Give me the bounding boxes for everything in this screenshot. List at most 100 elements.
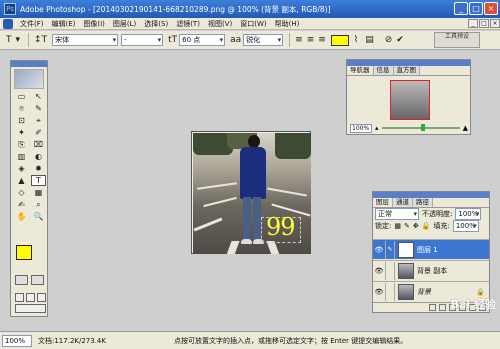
text-orientation-icon[interactable]: ↕T (32, 35, 49, 45)
menu-filter[interactable]: 滤镜(T) (172, 19, 204, 29)
antialias-select[interactable]: 锐化 (243, 34, 284, 46)
layer-thumbnail (398, 262, 414, 279)
foreground-color-swatch[interactable] (16, 245, 32, 260)
zoom-in-icon[interactable]: ▲ (463, 124, 468, 132)
maximize-button[interactable]: □ (469, 2, 483, 15)
type-tool-icon[interactable]: T (31, 175, 46, 186)
notes-tool-icon[interactable]: ✍ (14, 199, 29, 210)
eye-icon[interactable]: 👁 (373, 267, 385, 275)
eye-icon[interactable]: 👁 (373, 246, 385, 254)
doc-restore-button[interactable]: □ (479, 19, 489, 28)
cancel-edit-icon[interactable]: ⊘ (383, 35, 395, 45)
menu-layer[interactable]: 图层(L) (109, 19, 140, 29)
lock-transparency-icon[interactable]: ▦ (394, 222, 401, 230)
doc-minimize-button[interactable]: _ (468, 19, 478, 28)
palette-well[interactable]: 工具预设 (434, 32, 480, 48)
slice-tool-icon[interactable]: ⌖ (31, 115, 46, 126)
full-screen-button[interactable] (37, 293, 46, 302)
toggle-palettes-icon[interactable]: ▤ (363, 35, 376, 45)
font-size-select[interactable]: 60 点 (179, 34, 226, 46)
full-screen-menu-button[interactable] (26, 293, 35, 302)
commit-edit-icon[interactable]: ✔ (394, 35, 406, 45)
align-left-icon[interactable]: ≡ (293, 35, 305, 45)
jump-to-imageready-button[interactable] (15, 304, 46, 313)
history-brush-tool-icon[interactable]: ⌧ (31, 139, 46, 150)
eraser-tool-icon[interactable]: ▥ (14, 151, 29, 162)
zoom-out-icon[interactable]: ▴ (375, 124, 379, 132)
document-window[interactable]: 99 (191, 131, 311, 254)
move-tool-icon[interactable]: ↖ (31, 91, 46, 102)
magic-wand-tool-icon[interactable]: ✎ (31, 103, 46, 114)
canvas-photo[interactable]: 99 (193, 133, 311, 254)
tab-layers[interactable]: 图层 (373, 198, 393, 207)
quick-mask-mode-button[interactable] (31, 275, 44, 285)
lock-pixels-icon[interactable]: ✎ (404, 222, 410, 230)
opacity-field[interactable]: 100% (455, 208, 482, 220)
type-tool-preset-icon[interactable]: T (4, 35, 14, 45)
close-button[interactable]: × (484, 2, 498, 15)
layer-row-text[interactable]: 👁 ✎ T 图层 1 (373, 239, 489, 259)
blend-mode-select[interactable]: 正常 (375, 208, 419, 220)
shape-tool-icon[interactable]: ▦ (31, 187, 46, 198)
dodge-tool-icon[interactable]: ✹ (31, 163, 46, 174)
navigator-zoom-field[interactable]: 100% (350, 123, 372, 133)
menu-edit[interactable]: 编辑(E) (48, 19, 80, 29)
status-zoom-field[interactable]: 100% (2, 334, 32, 347)
eye-icon[interactable]: 👁 (373, 288, 385, 296)
gradient-tool-icon[interactable]: ◐ (31, 151, 46, 162)
layer-row-background-copy[interactable]: 👁 背景 副本 (373, 260, 489, 280)
menu-view[interactable]: 视图(V) (204, 19, 236, 29)
menu-window[interactable]: 窗口(W) (236, 19, 270, 29)
clone-stamp-tool-icon[interactable]: ⎘ (14, 139, 29, 150)
menu-file[interactable]: 文件(F) (16, 19, 48, 29)
standard-screen-button[interactable] (15, 293, 24, 302)
feather-logo-icon[interactable] (14, 69, 44, 89)
menu-help[interactable]: 帮助(H) (271, 19, 304, 29)
pen-tool-icon[interactable]: ◇ (14, 187, 29, 198)
status-bar: 100% 文档:117.2K/273.4K 点按可放置文字的插入点，或拖移可选定… (0, 331, 500, 349)
warp-text-icon[interactable]: ⌇ (352, 35, 360, 45)
navigator-thumbnail[interactable] (390, 80, 430, 120)
font-style-select[interactable]: - (121, 34, 164, 46)
crop-tool-icon[interactable]: ⊡ (14, 115, 29, 126)
eyedropper-tool-icon[interactable]: ⌕ (31, 199, 46, 210)
tab-navigator[interactable]: 导航器 (347, 66, 374, 75)
standard-mode-button[interactable] (15, 275, 28, 285)
fill-field[interactable]: 100% (452, 220, 479, 232)
tab-channels[interactable]: 通道 (393, 198, 413, 207)
canvas-text-layer[interactable]: 99 (266, 215, 296, 239)
document-size-info[interactable]: 文档:117.2K/273.4K (38, 336, 106, 346)
blur-tool-icon[interactable]: ◈ (14, 163, 29, 174)
tab-paths[interactable]: 路径 (413, 198, 433, 207)
font-family-select[interactable]: 宋体 (52, 34, 119, 46)
window-title: Adobe Photoshop - [20140302190141-668210… (20, 4, 331, 14)
tab-info[interactable]: 信息 (373, 66, 394, 75)
zoom-tool-icon[interactable]: 🔍 (31, 211, 46, 222)
path-selection-tool-icon[interactable]: ▲ (14, 175, 29, 186)
lasso-tool-icon[interactable]: ⌾ (14, 103, 29, 114)
brush-tool-icon[interactable]: ✐ (31, 127, 46, 138)
layers-panel: 图层 通道 路径 正常 不透明度: 100% 锁定: ▦ ✎ ✥ 🔒 填充: 1… (372, 191, 490, 313)
photoshop-app-icon[interactable]: Ps (4, 3, 16, 15)
toolbox-header[interactable] (11, 61, 47, 67)
brush-link-icon[interactable]: ✎ (385, 240, 395, 259)
layer-style-icon[interactable] (439, 304, 446, 311)
options-bar: T▾ ↕T 宋体 - tT60 点 aa锐化 ≡≡≡ ⌇ ▤ ⊘✔ (0, 31, 500, 50)
healing-brush-tool-icon[interactable]: ✦ (14, 127, 29, 138)
marquee-tool-icon[interactable]: ▭ (14, 91, 29, 102)
hand-tool-icon[interactable]: ✋ (14, 211, 29, 222)
lock-all-icon[interactable]: 🔒 (422, 222, 431, 230)
align-right-icon[interactable]: ≡ (316, 35, 328, 45)
menu-image[interactable]: 图像(I) (79, 19, 109, 29)
link-layers-icon[interactable] (429, 304, 436, 311)
lock-position-icon[interactable]: ✥ (413, 222, 419, 230)
minimize-button[interactable]: _ (454, 2, 468, 15)
text-color-swatch[interactable] (330, 34, 349, 46)
doc-close-button[interactable]: × (490, 19, 500, 28)
align-center-icon[interactable]: ≡ (305, 35, 317, 45)
menu-select[interactable]: 选择(S) (140, 19, 172, 29)
tab-histogram[interactable]: 直方图 (393, 66, 420, 75)
chevron-down-icon[interactable]: ▾ (14, 35, 23, 45)
photoshop-menu-icon[interactable] (3, 18, 13, 29)
navigator-zoom-slider[interactable] (381, 124, 460, 131)
